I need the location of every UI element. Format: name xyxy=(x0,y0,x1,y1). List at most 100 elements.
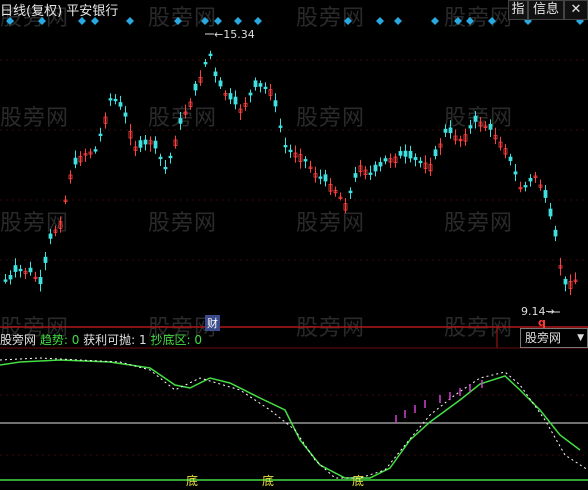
candle-body xyxy=(113,98,118,102)
zhi-button[interactable]: 指 xyxy=(508,0,528,20)
candle-body xyxy=(403,150,408,157)
candle-body xyxy=(473,115,478,122)
candle-body xyxy=(123,112,128,117)
bottom-mark: 底 xyxy=(352,474,365,488)
candle-body xyxy=(303,159,308,162)
signal-diamond xyxy=(394,17,402,25)
candle-body xyxy=(488,123,493,130)
candle-body xyxy=(508,156,513,162)
candle-body xyxy=(163,166,168,170)
signal-diamond xyxy=(431,17,439,25)
high-price-label: ←15.34 xyxy=(214,28,255,41)
candle-body xyxy=(263,86,268,90)
candle-body xyxy=(273,100,278,107)
candle-body xyxy=(158,156,163,160)
candle-body xyxy=(248,92,253,96)
signal-diamond xyxy=(454,17,462,25)
bottom-mark: 底 xyxy=(186,474,199,488)
candle-body xyxy=(468,125,473,129)
info-button[interactable]: 信息 xyxy=(528,0,564,20)
chart-title: 日线(复权) 平安银行 xyxy=(0,4,119,19)
candle-body xyxy=(228,93,233,100)
candle-body xyxy=(278,125,283,128)
candle-body xyxy=(93,149,98,152)
candle-body xyxy=(398,151,403,156)
candle-body xyxy=(108,98,113,101)
legend-bottom: 抄底区: 0 xyxy=(150,333,203,347)
bottom-mark: 底 xyxy=(262,474,275,488)
candle-body xyxy=(213,71,218,77)
candle-body xyxy=(143,139,148,145)
candle-body xyxy=(193,83,198,91)
candle-body xyxy=(118,102,123,107)
candle-body xyxy=(513,171,518,175)
candle-body xyxy=(3,279,8,282)
candle-body xyxy=(98,133,103,137)
candle-body xyxy=(48,233,53,239)
arrow-left-icon: ← xyxy=(214,28,224,41)
candle-body xyxy=(178,118,183,124)
candle-body xyxy=(353,173,358,178)
candle-body xyxy=(563,278,568,285)
candle-body xyxy=(433,149,438,157)
candle-body xyxy=(378,162,383,167)
candle-body xyxy=(208,53,213,57)
signal-diamond xyxy=(488,17,496,25)
indicator-legend: 股旁网 趋势: 0 获利可抛: 1 抄底区: 0 xyxy=(0,331,202,348)
candle-body xyxy=(408,151,413,159)
candle-body xyxy=(383,158,388,162)
close-button[interactable]: ✕ xyxy=(564,0,588,20)
candle-body xyxy=(253,80,258,88)
candle-body xyxy=(38,277,43,285)
candle-body xyxy=(323,174,328,182)
candle-body xyxy=(8,275,13,280)
indicator-name[interactable]: 股旁网 xyxy=(0,333,36,347)
indicator-line-dotted xyxy=(0,357,588,479)
candle-body xyxy=(368,172,373,175)
indicator-select-value: 股旁网 xyxy=(525,331,562,345)
candle-body xyxy=(413,157,418,161)
legend-trend: 趋势: 0 xyxy=(39,333,80,347)
candle-body xyxy=(553,229,558,237)
signal-diamond xyxy=(466,17,474,25)
signal-diamond xyxy=(254,17,262,25)
candle-body xyxy=(233,96,238,105)
candle-body xyxy=(548,208,553,217)
candle-body xyxy=(28,267,33,273)
signal-diamond xyxy=(214,17,222,25)
candle-body xyxy=(13,265,18,272)
candle-body xyxy=(373,164,378,172)
candle-body xyxy=(418,160,423,164)
finance-marker[interactable]: 财 xyxy=(205,315,220,331)
chevron-down-icon: ▼ xyxy=(577,333,584,343)
candle-body xyxy=(443,128,448,133)
arrow-right-icon: → xyxy=(545,305,555,318)
candle-body xyxy=(258,83,263,87)
candle-body xyxy=(138,140,143,148)
signal-diamond xyxy=(234,17,242,25)
signal-diamond xyxy=(376,17,384,25)
signal-diamond xyxy=(126,17,134,25)
candle-body xyxy=(318,176,323,179)
stock-chart-window: 股旁网 股旁网 股旁网 股旁网 股旁网 股旁网 股旁网 股旁网 股旁网 股旁网 股旁网 股旁网 股旁网股… xyxy=(0,0,588,490)
candle-body xyxy=(543,190,548,198)
candle-body xyxy=(448,127,453,134)
price-chart[interactable] xyxy=(0,0,588,490)
candle-body xyxy=(523,185,528,188)
candle-body xyxy=(43,256,48,263)
candle-body xyxy=(348,190,353,194)
indicator-select[interactable]: 股旁网 ▼ xyxy=(520,328,588,348)
candle-body xyxy=(203,62,208,65)
candle-body xyxy=(528,177,533,182)
candle-body xyxy=(18,268,23,272)
candle-body xyxy=(153,140,158,149)
candle-body xyxy=(288,149,293,153)
signal-diamond xyxy=(344,17,352,25)
candle-body xyxy=(283,145,288,148)
candle-body xyxy=(73,157,78,165)
signal-diamond xyxy=(174,17,182,25)
candle-body xyxy=(168,155,173,159)
signal-diamond xyxy=(201,17,209,25)
close-icon: ✕ xyxy=(570,2,582,17)
candle-body xyxy=(218,80,223,87)
